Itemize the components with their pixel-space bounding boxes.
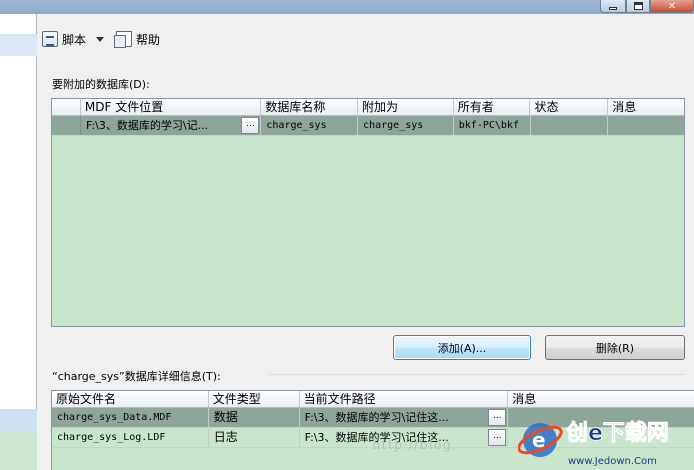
close-icon: ✕ <box>667 0 677 12</box>
left-pane-status-area <box>0 431 37 470</box>
help-button[interactable]: 帮助 <box>112 27 164 51</box>
script-icon <box>42 31 58 47</box>
watermark-logo-text: 创e下载网 <box>565 420 669 446</box>
cell-owner[interactable]: bkf-PC\bkf <box>454 116 531 135</box>
left-page-pane[interactable] <box>0 14 37 470</box>
toolbar: 脚本 帮助 <box>38 26 164 52</box>
cell-original-filename[interactable]: charge_sys_Log.LDF <box>52 428 209 447</box>
attach-databases-grid[interactable]: MDF 文件位置 数据库名称 附加为 所有者 状态 消息 F:\3、数据库的学习… <box>51 98 685 327</box>
add-button[interactable]: 添加(A)... <box>393 335 531 360</box>
minimize-button[interactable] <box>600 0 626 13</box>
col-owner[interactable]: 所有者 <box>454 99 531 115</box>
remove-button[interactable]: 删除(R) <box>545 335 685 360</box>
row-header-column <box>52 99 81 115</box>
details-divider <box>268 374 686 375</box>
details-section-label: “charge_sys”数据库详细信息(T): <box>52 370 221 383</box>
watermark-logo-sub: www.Jedown.Com <box>568 456 657 467</box>
chevron-down-icon[interactable] <box>96 36 105 42</box>
col-current-path[interactable]: 当前文件路径 <box>300 391 509 407</box>
maximize-button[interactable] <box>626 0 650 13</box>
col-original-filename[interactable]: 原始文件名 <box>52 391 209 407</box>
col-attach-as[interactable]: 附加为 <box>358 99 454 115</box>
browse-mdf-button[interactable]: ... <box>241 117 260 134</box>
attach-section-label: 要附加的数据库(D): <box>52 78 150 91</box>
left-pane-item[interactable] <box>0 409 37 431</box>
cell-file-type[interactable]: 数据 <box>209 408 300 427</box>
col-mdf-location[interactable]: MDF 文件位置 <box>81 99 262 115</box>
watermark-logo: e 创e下载网 www.Jedown.Com <box>518 420 669 467</box>
cell-message <box>608 116 684 135</box>
minimize-icon <box>609 6 617 10</box>
mdf-location-text: F:\3、数据库的学习\记... <box>86 119 209 132</box>
col-detail-message[interactable]: 消息 <box>508 391 694 407</box>
attach-grid-header: MDF 文件位置 数据库名称 附加为 所有者 状态 消息 <box>52 99 684 116</box>
watermark-url: http://blog. <box>372 438 458 453</box>
col-status[interactable]: 状态 <box>530 99 609 115</box>
help-icon <box>114 31 133 48</box>
maximize-icon <box>633 2 643 10</box>
script-button[interactable]: 脚本 <box>38 27 108 51</box>
svg-text:e: e <box>532 428 546 452</box>
current-path-text: F:\3、数据库的学习\记住这... <box>304 411 449 424</box>
table-row[interactable]: F:\3、数据库的学习\记... ... charge_sys charge_s… <box>52 116 684 136</box>
browse-path-button[interactable]: ... <box>488 429 507 446</box>
window-title-strip <box>0 0 694 14</box>
close-button[interactable]: ✕ <box>650 0 694 13</box>
col-db-name[interactable]: 数据库名称 <box>261 99 359 115</box>
browse-path-button[interactable]: ... <box>488 409 507 426</box>
cell-mdf-location[interactable]: F:\3、数据库的学习\记... ... <box>81 116 262 135</box>
e-logo-icon: e <box>518 423 563 457</box>
row-selector[interactable] <box>52 116 81 135</box>
window-controls: ✕ <box>600 0 694 13</box>
details-grid-header: 原始文件名 文件类型 当前文件路径 消息 <box>52 391 694 408</box>
cell-current-path[interactable]: F:\3、数据库的学习\记住这... ... <box>300 408 509 427</box>
col-file-type[interactable]: 文件类型 <box>209 391 300 407</box>
left-pane-selected-item[interactable] <box>0 34 37 56</box>
script-label: 脚本 <box>62 32 87 47</box>
cell-db-name[interactable]: charge_sys <box>261 116 359 135</box>
cell-attach-as[interactable]: charge_sys <box>358 116 454 135</box>
cell-file-type[interactable]: 日志 <box>209 428 300 447</box>
cell-original-filename[interactable]: charge_sys_Data.MDF <box>52 408 209 427</box>
help-label: 帮助 <box>136 32 161 47</box>
col-message[interactable]: 消息 <box>608 99 684 115</box>
cell-status <box>531 116 609 135</box>
